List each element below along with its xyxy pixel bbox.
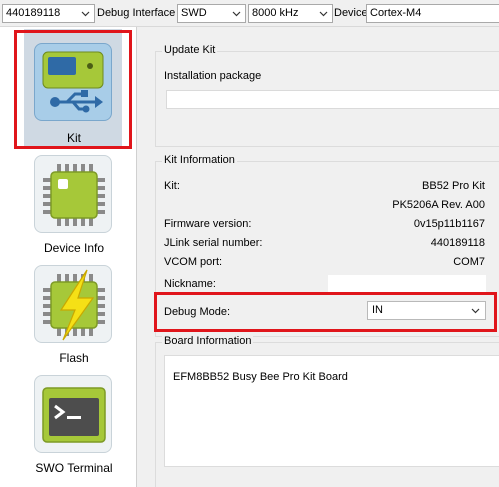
sidebar-item-label: SWO Terminal — [35, 461, 113, 475]
device-field[interactable]: Cortex-M4 — [366, 4, 499, 23]
main-panel: Update Kit Installation package Kit Info… — [145, 27, 499, 487]
chevron-down-icon — [319, 11, 328, 17]
installation-package-label: Installation package — [164, 70, 262, 82]
firmware-version-value: 0v15p11b1167 — [413, 218, 485, 230]
chip-icon — [34, 155, 112, 233]
sidebar-item-device-info[interactable]: Device Info — [0, 153, 137, 263]
debug-interface-label: Debug Interface — [97, 7, 176, 19]
flash-chip-icon — [34, 265, 112, 343]
serial-number-dropdown[interactable]: 440189118 — [2, 4, 95, 23]
nickname-field[interactable] — [328, 275, 486, 292]
toolbar: 440189118 Debug Interface SWD 8000 kHz D… — [0, 0, 499, 27]
board-information-box: EFM8BB52 Busy Bee Pro Kit Board — [164, 355, 499, 467]
chevron-down-icon — [81, 11, 90, 17]
debug-mode-highlight-box — [154, 292, 497, 332]
terminal-icon — [34, 375, 112, 453]
kit-highlight-box — [14, 30, 132, 149]
speed-value: 8000 kHz — [252, 7, 299, 19]
debug-interface-value: SWD — [181, 7, 207, 19]
board-name: EFM8BB52 Busy Bee Pro Kit Board — [173, 371, 348, 383]
serial-number-value: 440189118 — [6, 7, 61, 19]
kit-value: BB52 Pro Kit — [422, 180, 485, 192]
vcom-port-label: VCOM port: — [164, 256, 223, 268]
device-value: Cortex-M4 — [370, 7, 422, 19]
nickname-label: Nickname: — [164, 278, 216, 290]
jlink-serial-label: JLink serial number: — [164, 237, 263, 249]
update-kit-title: Update Kit — [162, 44, 218, 56]
update-kit-group: Update Kit Installation package — [155, 44, 499, 147]
board-information-group: Board Information EFM8BB52 Busy Bee Pro … — [155, 335, 499, 487]
kit-label: Kit: — [164, 180, 180, 192]
board-information-title: Board Information — [162, 335, 254, 347]
kit-part-value: PK5206A Rev. A00 — [392, 199, 485, 211]
debug-interface-dropdown[interactable]: SWD — [177, 4, 246, 23]
firmware-version-label: Firmware version: — [164, 218, 252, 230]
kit-information-title: Kit Information — [162, 154, 237, 166]
chevron-down-icon — [232, 11, 241, 17]
sidebar-item-label: Device Info — [43, 241, 105, 255]
sidebar-item-flash[interactable]: Flash — [0, 263, 137, 373]
sidebar-item-label: Flash — [59, 351, 89, 365]
speed-dropdown[interactable]: 8000 kHz — [248, 4, 333, 23]
jlink-serial-value: 440189118 — [430, 237, 485, 249]
sidebar-item-swo-terminal[interactable]: SWO Terminal — [0, 373, 137, 483]
device-label: Device — [334, 7, 368, 19]
vcom-port-value: COM7 — [453, 256, 485, 268]
installation-package-field[interactable] — [166, 90, 499, 109]
